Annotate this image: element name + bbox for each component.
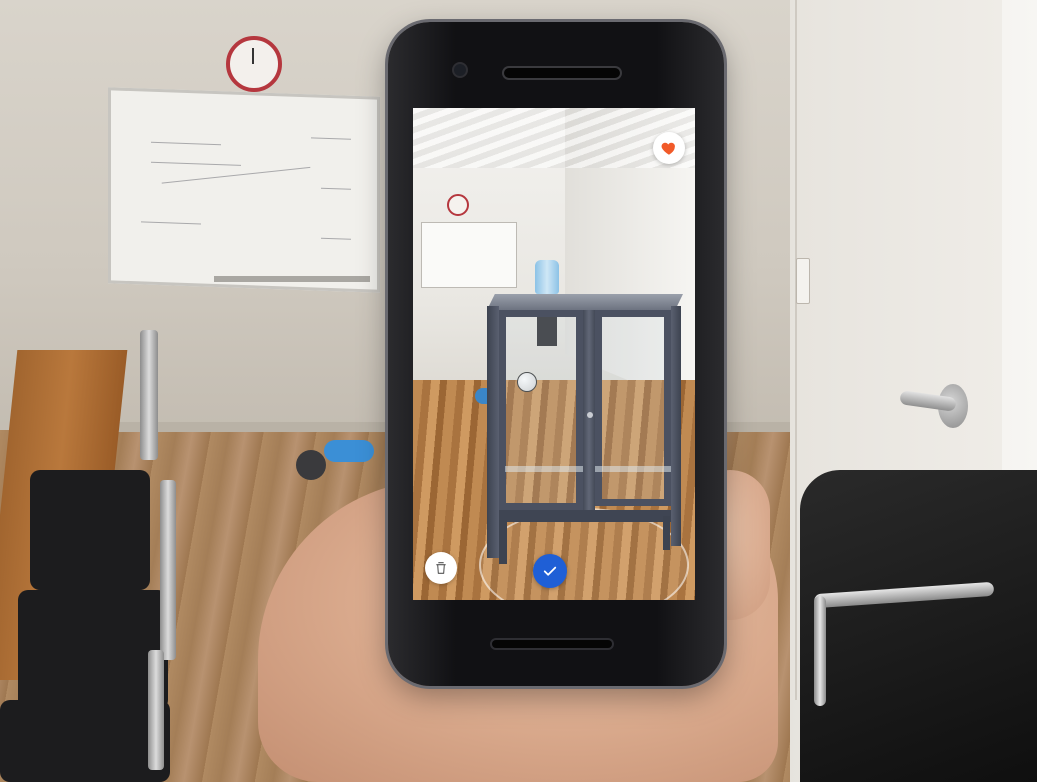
cabinet-top (487, 294, 683, 310)
office-chair (18, 590, 168, 710)
window-blind-reflection (413, 108, 695, 168)
cabinet-leg (499, 520, 507, 564)
front-camera (454, 64, 466, 76)
delete-button[interactable] (425, 552, 457, 584)
cabinet-glass-door-left (499, 310, 583, 510)
toy-scooter (290, 430, 380, 490)
chair-frame (148, 650, 164, 770)
chair-frame (140, 330, 158, 460)
chair-armrest (814, 596, 826, 706)
chair-frame (160, 480, 176, 660)
office-chair-foreground (800, 470, 1037, 782)
cabinet-frame-right (671, 306, 681, 546)
ar-camera-view[interactable] (413, 108, 695, 600)
wall-clock (226, 36, 282, 92)
bottom-speaker (492, 640, 612, 648)
ar-whiteboard (421, 222, 517, 288)
earpiece-speaker (504, 68, 620, 78)
trash-icon (436, 562, 446, 574)
whiteboard (108, 87, 380, 293)
cabinet-frame-left (487, 306, 499, 558)
office-chair (30, 470, 150, 590)
whiteboard-marker-tray (214, 276, 370, 282)
water-cooler-bottle (535, 260, 559, 294)
cabinet-glass-door-right (595, 310, 671, 506)
favorite-button[interactable] (653, 132, 685, 164)
cabinet-base (499, 510, 671, 522)
office-chair (0, 700, 170, 782)
door-hinge (796, 258, 810, 304)
ar-wall-clock (447, 194, 469, 216)
cabinet-knob (587, 412, 593, 418)
checkmark-icon (543, 566, 557, 576)
cabinet-leg (663, 516, 670, 550)
confirm-placement-button[interactable] (533, 554, 567, 588)
heart-icon (661, 142, 675, 155)
placed-cabinet-model[interactable] (487, 294, 683, 564)
